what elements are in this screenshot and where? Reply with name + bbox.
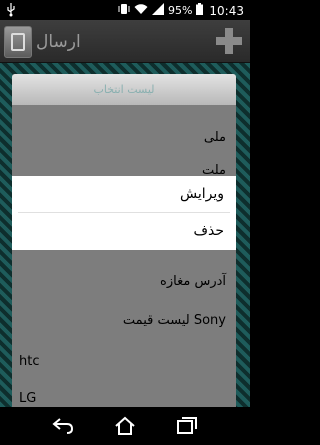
edit-menu-item[interactable]: ویرایش — [12, 176, 236, 212]
list-item[interactable]: لیست قیمت Sony — [12, 304, 236, 338]
list-item[interactable]: ملی — [12, 121, 236, 155]
screen: 95% 10:43 ارسال لیست انتخاب ملی ملت آدرس… — [0, 0, 250, 445]
usb-icon — [6, 3, 16, 20]
home-icon[interactable] — [114, 416, 136, 440]
back-icon[interactable] — [52, 416, 74, 438]
action-bar: ارسال — [0, 20, 250, 63]
clock: 10:43 — [209, 3, 244, 18]
vibrate-icon — [118, 3, 130, 18]
send-button[interactable]: ارسال — [4, 26, 81, 58]
context-menu: ویرایش حذف — [12, 176, 236, 250]
list-item[interactable]: LG — [12, 382, 236, 407]
list-item[interactable]: htc — [12, 345, 236, 379]
signal-icon — [151, 3, 164, 18]
list-item[interactable]: آدرس مغازه — [12, 265, 236, 299]
send-icon — [4, 26, 32, 58]
recent-apps-icon[interactable] — [176, 416, 198, 440]
status-bar: 95% 10:43 — [0, 0, 250, 20]
navigation-bar — [0, 407, 250, 445]
wifi-icon — [134, 3, 148, 18]
battery-percent: 95% — [167, 4, 193, 17]
send-label: ارسال — [36, 32, 81, 52]
battery-icon — [196, 3, 204, 18]
add-button[interactable] — [216, 28, 242, 54]
delete-menu-item[interactable]: حذف — [12, 213, 236, 249]
dialog-title: لیست انتخاب — [12, 74, 236, 105]
